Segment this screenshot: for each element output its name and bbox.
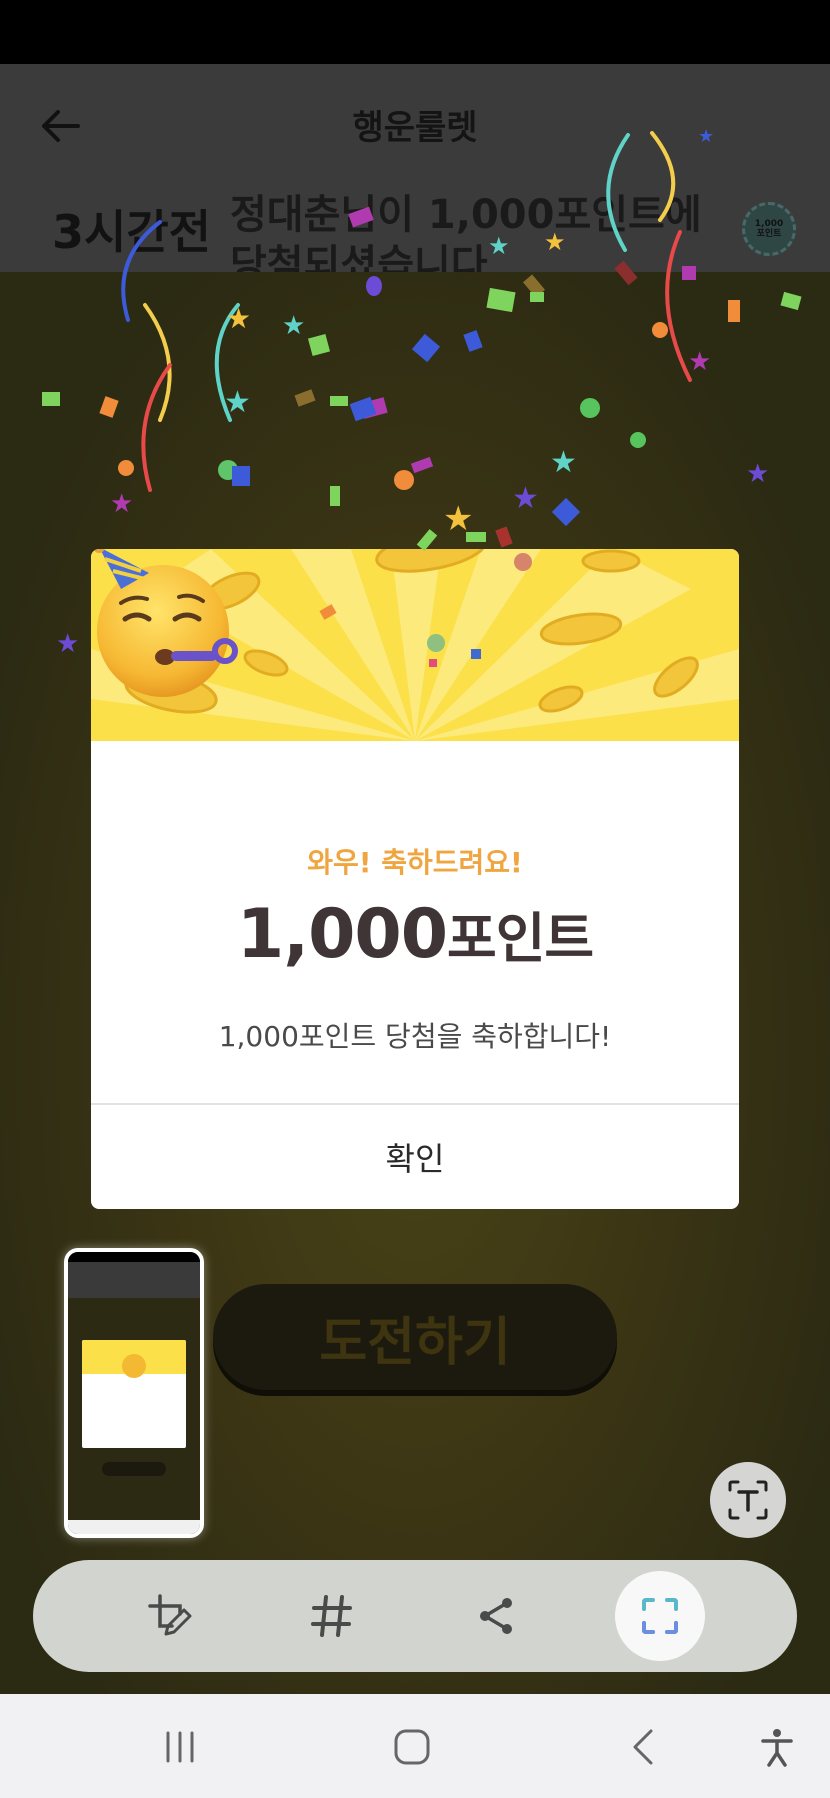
confirm-button[interactable]: 확인 <box>91 1105 739 1209</box>
prize-description: 1,000포인트 당첨을 축하합니다! <box>218 1020 612 1053</box>
status-bar <box>0 0 830 64</box>
share-icon <box>480 1598 512 1634</box>
scroll-capture-button[interactable] <box>615 1571 705 1661</box>
screenshot-thumbnail[interactable] <box>64 1248 204 1538</box>
accessibility-button[interactable] <box>752 1722 802 1772</box>
system-nav-bar <box>0 1694 830 1798</box>
text-recognition-button[interactable] <box>710 1462 786 1538</box>
thumb-header <box>68 1262 200 1298</box>
hashtag-icon <box>311 1595 352 1637</box>
recent-apps-icon <box>166 1731 194 1763</box>
home-icon <box>394 1729 430 1765</box>
thumb-status-bar <box>68 1252 200 1262</box>
thumb-modal <box>82 1340 186 1448</box>
page-title: 행운룰렛 <box>352 108 478 148</box>
share-button[interactable] <box>456 1576 536 1656</box>
greeting-text: 와우! 축하드려요! <box>307 846 523 879</box>
party-face-icon <box>93 549 238 697</box>
accessibility-icon <box>761 1729 793 1767</box>
point-badge-icon: 1,000 포인트 <box>742 202 796 256</box>
crop-edit-icon <box>148 1594 192 1636</box>
home-button[interactable] <box>387 1722 437 1772</box>
crop-edit-button[interactable] <box>130 1576 210 1656</box>
back-button[interactable] <box>620 1722 670 1772</box>
text-recognition-icon <box>728 1480 768 1520</box>
capture-toolbar <box>33 1560 797 1672</box>
back-icon <box>633 1729 653 1765</box>
prize-amount: 1,000포인트 <box>91 894 739 974</box>
prize-amount-number: 1,000 <box>236 895 448 974</box>
challenge-button[interactable]: 도전하기 <box>213 1284 617 1390</box>
ticker-time: 3시간전 <box>52 205 211 259</box>
thumb-nav-bar <box>68 1520 200 1534</box>
badge-label: 포인트 <box>756 229 782 239</box>
scroll-capture-icon <box>642 1598 678 1634</box>
prize-amount-unit: 포인트 <box>447 907 594 970</box>
modal-hero <box>91 549 739 741</box>
thumb-emoji-icon <box>122 1354 146 1378</box>
thumb-challenge-button <box>102 1462 166 1476</box>
recent-apps-button[interactable] <box>155 1722 205 1772</box>
ticker-message: 정대춘님이 1,000포인트에 당첨되셨습니다 <box>230 192 702 272</box>
win-modal: 와우! 축하드려요! 1,000포인트 1,000포인트 당첨을 축하합니다! … <box>91 549 739 1209</box>
badge-amount: 1,000 <box>754 219 784 229</box>
hashtag-button[interactable] <box>292 1576 372 1656</box>
